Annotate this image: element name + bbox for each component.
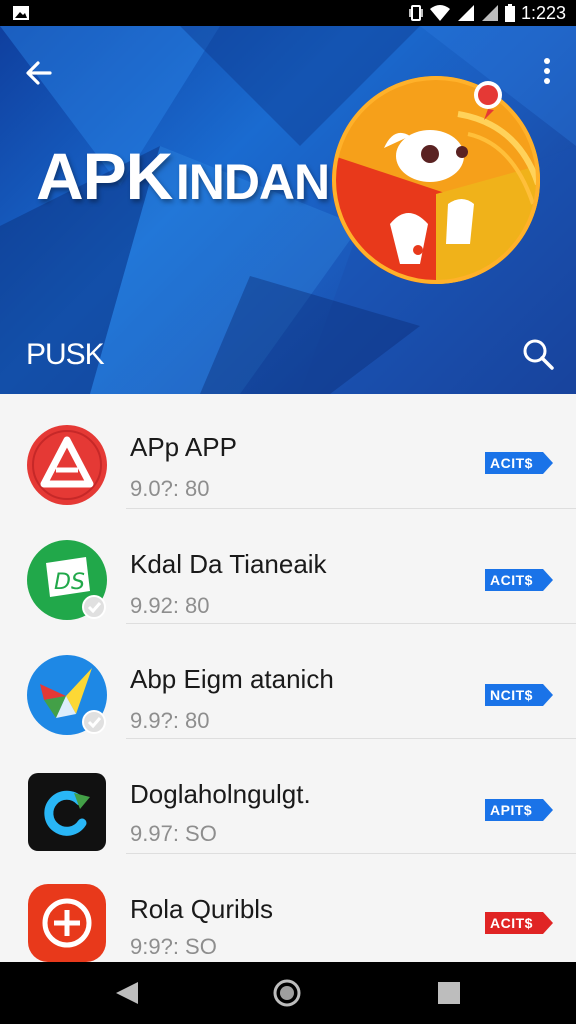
blue-compass-icon: [27, 655, 107, 735]
red-plus-icon: [28, 884, 106, 962]
image-notification-icon: [13, 6, 29, 20]
action-button-label: ACIT$: [490, 915, 533, 931]
back-icon[interactable]: [112, 978, 142, 1008]
action-button[interactable]: ACIT$: [485, 912, 553, 934]
list-item[interactable]: Doglaholngulgt. 9.97: SO APIT$: [0, 739, 576, 854]
status-time: 1:223: [520, 2, 566, 23]
app-name: Kdal Da Tianeaik: [130, 549, 327, 579]
recents-icon[interactable]: [434, 978, 464, 1008]
dark-refresh-icon: [28, 773, 106, 851]
more-options-icon[interactable]: [536, 56, 558, 86]
list-item[interactable]: APp APP 9.0?: 80 ACIT$: [0, 394, 576, 509]
app-name: Abp Eigm atanich: [130, 664, 334, 694]
vibrate-icon: [409, 5, 423, 21]
app-name: Rola Quribls: [130, 894, 274, 924]
search-icon[interactable]: [520, 336, 556, 372]
battery-icon: [504, 4, 515, 22]
action-button-label: NCIT$: [490, 687, 533, 703]
action-button[interactable]: APIT$: [485, 799, 553, 821]
section-label: PUSK: [26, 338, 105, 371]
app-meta: 9.0?: 80: [130, 476, 210, 501]
action-button[interactable]: ACIT$: [485, 452, 553, 474]
wifi-icon: [429, 5, 450, 21]
home-icon[interactable]: [272, 978, 302, 1008]
back-arrow-icon[interactable]: [22, 56, 56, 90]
app-meta: 9:9?: SO: [130, 934, 217, 959]
action-button[interactable]: ACIT$: [485, 569, 553, 591]
app-name: APp APP: [130, 432, 237, 462]
page-title: APK INDAN: [36, 138, 330, 214]
red-triangle-icon: [27, 425, 107, 505]
signal-icon-2: [481, 5, 498, 21]
header-banner: APK INDAN PUSK: [0, 26, 576, 394]
svg-text:DS: DS: [54, 570, 85, 595]
action-button[interactable]: NCIT$: [485, 684, 553, 706]
status-bar: 1:223: [0, 0, 576, 26]
app-meta: 9.97: SO: [130, 821, 217, 846]
page-title-secondary: INDAN: [175, 154, 330, 210]
page-title-main: APK: [36, 139, 173, 213]
list-item[interactable]: Abp Eigm atanich 9.9?: 80 NCIT$: [0, 624, 576, 739]
app-name: Doglaholngulgt.: [130, 779, 311, 809]
green-ds-icon: DS: [27, 540, 107, 620]
app-list: APp APP 9.0?: 80 ACIT$ DS Kdal Da Tianea…: [0, 394, 576, 962]
app-meta: 9.9?: 80: [130, 708, 210, 733]
action-button-label: APIT$: [490, 802, 533, 818]
app-meta: 9.92: 80: [130, 593, 210, 618]
list-item[interactable]: DS Kdal Da Tianeaik 9.92: 80 ACIT$: [0, 509, 576, 624]
list-item[interactable]: Rola Quribls 9:9?: SO ACIT$: [0, 854, 576, 969]
action-button-label: ACIT$: [490, 455, 533, 471]
action-button-label: ACIT$: [490, 572, 533, 588]
navigation-bar: [0, 962, 576, 1024]
signal-icon: [457, 5, 474, 21]
app-logo: [332, 76, 540, 284]
